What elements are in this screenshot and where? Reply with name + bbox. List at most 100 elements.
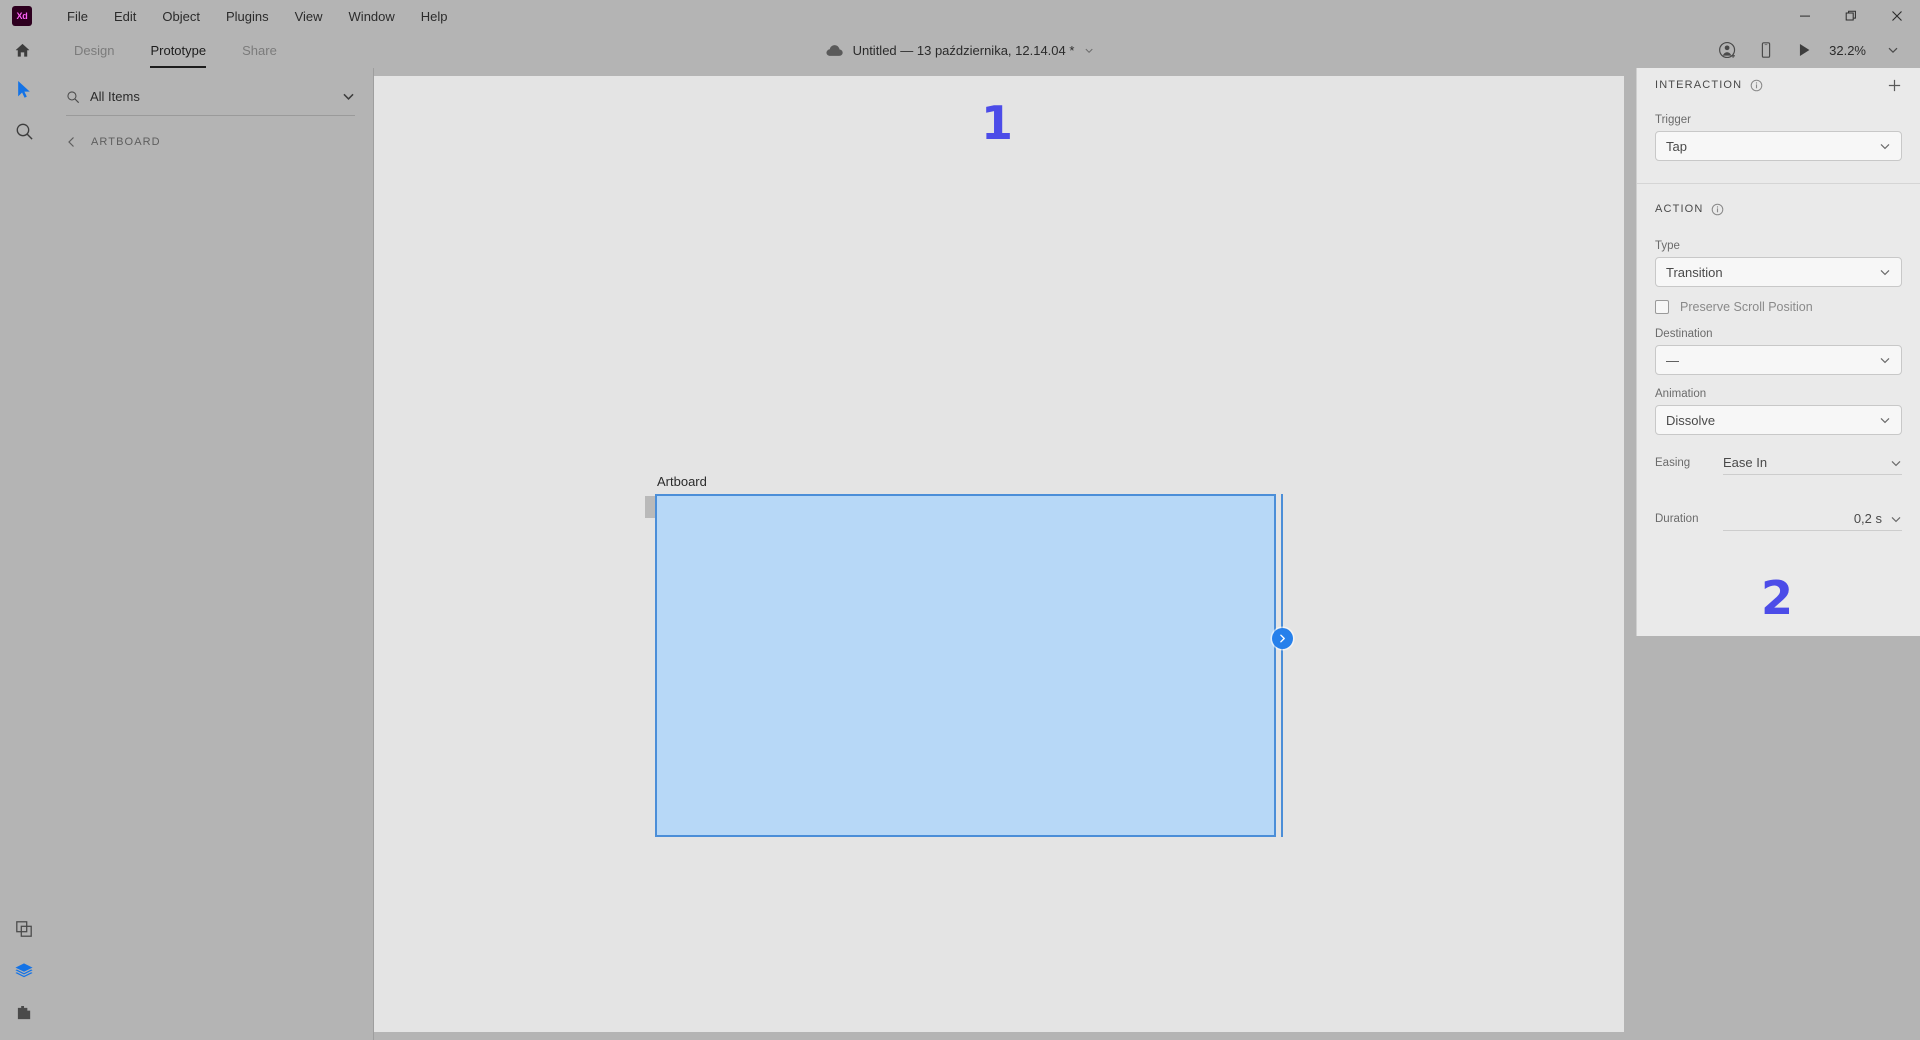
info-icon[interactable] (1711, 203, 1724, 216)
tab-design[interactable]: Design (56, 32, 132, 68)
invite-user-button[interactable] (1711, 33, 1745, 67)
toolbar-right-group: 32.2% (1711, 33, 1910, 67)
layers-icon (15, 963, 33, 978)
action-section-header: ACTION (1637, 192, 1920, 226)
destination-field: Destination — (1637, 328, 1920, 375)
search-icon (67, 90, 80, 103)
action-title: ACTION (1655, 203, 1704, 215)
animation-label: Animation (1655, 388, 1707, 400)
plugins-icon (17, 1005, 30, 1019)
chevron-down-icon (1888, 47, 1898, 54)
destination-value: — (1666, 352, 1679, 368)
chevron-down-icon (1880, 143, 1890, 150)
menu-item-view[interactable]: View (282, 5, 336, 28)
chevron-left-icon[interactable] (66, 136, 77, 148)
connector-line (1281, 494, 1283, 837)
duration-value: 0,2 s (1853, 511, 1882, 526)
annotation-2: 2 (1761, 571, 1794, 625)
chevron-down-icon (1880, 269, 1890, 276)
zoom-tool-button[interactable] (0, 110, 48, 152)
select-tool-button[interactable] (0, 68, 48, 110)
components-button[interactable] (0, 908, 48, 950)
home-button[interactable] (0, 32, 44, 68)
chevron-down-icon (1891, 516, 1901, 522)
artboard[interactable] (655, 494, 1276, 837)
easing-select[interactable]: Ease In (1723, 451, 1902, 475)
invite-user-icon (1719, 41, 1736, 59)
search-input[interactable]: All Items (90, 89, 332, 104)
type-label: Type (1655, 240, 1680, 252)
type-select[interactable]: Transition (1655, 257, 1902, 287)
canvas-area: Artboard (374, 68, 1628, 1040)
destination-select[interactable]: — (1655, 345, 1902, 375)
zoom-dropdown-button[interactable] (1876, 33, 1910, 67)
minimize-button[interactable] (1782, 0, 1828, 32)
animation-select[interactable]: Dissolve (1655, 405, 1902, 435)
components-icon (16, 921, 32, 937)
plus-icon (1888, 79, 1901, 91)
menu-item-help[interactable]: Help (408, 5, 461, 28)
search-row[interactable]: All Items (66, 78, 355, 116)
menu-item-file[interactable]: File (54, 5, 101, 28)
interaction-title: INTERACTION (1655, 79, 1743, 91)
duration-field: Duration 0,2 s (1637, 507, 1920, 531)
breadcrumb[interactable]: ARTBOARD (66, 130, 355, 154)
tab-prototype[interactable]: Prototype (132, 32, 224, 68)
cloud-icon (826, 44, 843, 56)
window-controls (1782, 0, 1920, 32)
menu-item-edit[interactable]: Edit (101, 5, 149, 28)
chevron-down-icon[interactable] (1083, 45, 1094, 56)
annotation-1: 1 (981, 96, 1014, 150)
chevron-right-icon (1280, 634, 1285, 643)
easing-field: Easing Ease In (1637, 451, 1920, 475)
menu-item-plugins[interactable]: Plugins (213, 5, 282, 28)
menu-item-window[interactable]: Window (336, 5, 408, 28)
easing-value: Ease In (1723, 455, 1768, 470)
easing-label: Easing (1655, 457, 1691, 469)
document-title: Untitled — 13 października, 12.14.04 * (852, 42, 1075, 58)
plugins-button[interactable] (0, 992, 48, 1034)
restore-button[interactable] (1828, 0, 1874, 32)
connector-handle[interactable] (1272, 628, 1293, 649)
trigger-label: Trigger (1655, 114, 1691, 126)
chevron-down-icon (1880, 417, 1890, 424)
tool-rail (0, 68, 48, 1040)
play-preview-button[interactable] (1787, 33, 1821, 67)
adobe-xd-window: Xd File Edit Object Plugins View Window … (0, 0, 1920, 1040)
info-icon[interactable] (1750, 79, 1763, 92)
duration-label: Duration (1655, 513, 1699, 525)
canvas[interactable]: Artboard (374, 76, 1624, 1032)
select-tool-icon (17, 80, 30, 98)
duration-select[interactable]: 0,2 s (1723, 507, 1902, 531)
zoom-tool-icon (16, 123, 33, 140)
xd-logo-icon: Xd (12, 6, 32, 26)
device-preview-button[interactable] (1749, 33, 1783, 67)
preserve-scroll-label: Preserve Scroll Position (1680, 300, 1813, 314)
document-title-group[interactable]: Untitled — 13 października, 12.14.04 * (826, 43, 1095, 58)
animation-value: Dissolve (1666, 412, 1716, 428)
rail-bottom-tools (0, 908, 48, 1034)
preserve-scroll-checkbox[interactable] (1655, 300, 1669, 314)
menu-item-object[interactable]: Object (149, 5, 213, 28)
title-bar: Xd File Edit Object Plugins View Window … (0, 0, 1920, 32)
play-icon (1800, 44, 1810, 56)
layers-button[interactable] (0, 950, 48, 992)
minimize-icon (1800, 15, 1810, 17)
section-divider (1637, 183, 1920, 184)
type-field: Type Transition (1637, 240, 1920, 287)
chevron-down-icon (1880, 357, 1890, 364)
add-interaction-button[interactable] (1887, 78, 1902, 93)
mode-tabs: Design Prototype Share (56, 32, 295, 68)
tab-share[interactable]: Share (224, 32, 295, 68)
close-button[interactable] (1874, 0, 1920, 32)
destination-label: Destination (1655, 328, 1713, 340)
app-toolbar: Design Prototype Share Untitled — 13 paź… (0, 32, 1920, 68)
chevron-down-icon[interactable] (342, 90, 355, 103)
type-value: Transition (1666, 264, 1723, 280)
artboard-label[interactable]: Artboard (657, 474, 707, 489)
preserve-scroll-row[interactable]: Preserve Scroll Position (1637, 300, 1920, 314)
zoom-level[interactable]: 32.2% (1825, 43, 1872, 58)
breadcrumb-label: ARTBOARD (91, 136, 161, 148)
trigger-select[interactable]: Tap (1655, 131, 1902, 161)
restore-icon (1845, 10, 1856, 21)
